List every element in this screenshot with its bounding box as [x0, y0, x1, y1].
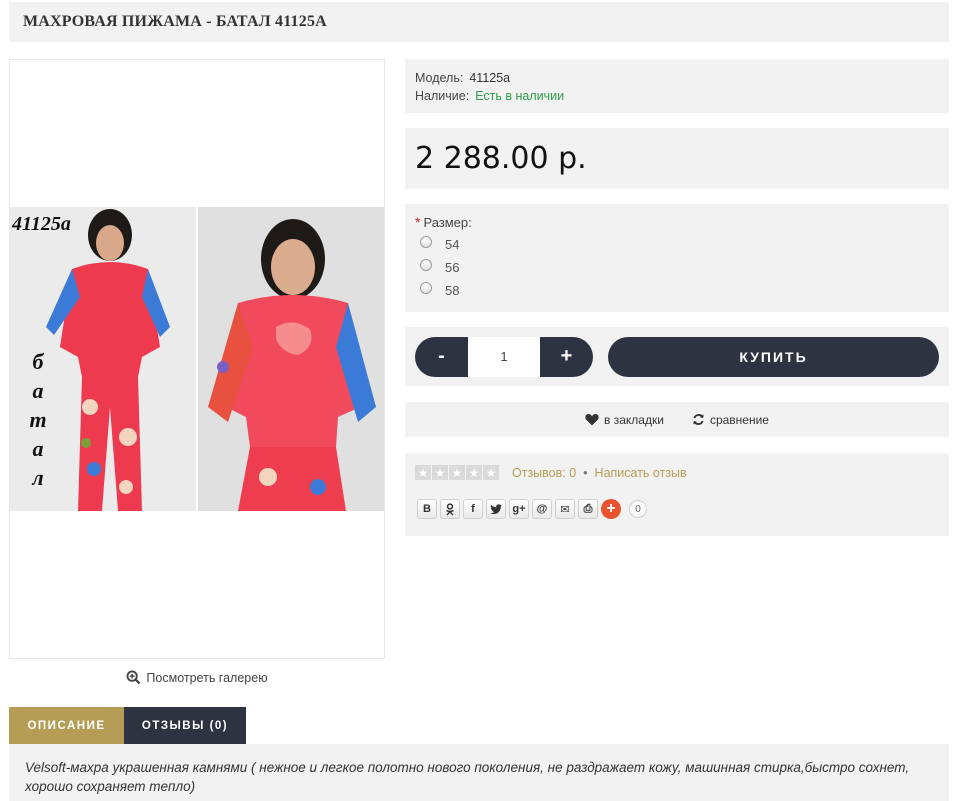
add-to-compare-link[interactable]: сравнение [692, 413, 769, 427]
add-to-wishlist-link[interactable]: в закладки [585, 413, 664, 427]
vk-icon[interactable]: B [417, 499, 437, 519]
star-icon: ★ [432, 465, 448, 480]
compare-label: сравнение [709, 412, 769, 427]
mail-ru-icon[interactable]: @ [532, 499, 552, 519]
size-option-label: Размер: [423, 215, 472, 230]
product-tabs: ОПИСАНИЕ ОТЗЫВЫ (0) [9, 707, 246, 744]
separator-dot: • [583, 465, 588, 480]
size-option-header: * Размер: [415, 214, 939, 230]
twitter-icon[interactable] [486, 499, 506, 519]
model-label: Модель: [415, 71, 464, 85]
caption-letter: т [29, 407, 47, 432]
zoom-in-icon [126, 670, 141, 685]
product-photo-front[interactable]: 41125а б а т а л [10, 207, 196, 511]
buy-button[interactable]: КУПИТЬ [608, 336, 939, 377]
required-asterisk: * [415, 214, 421, 230]
star-icon: ★ [466, 465, 482, 480]
caption-letter: а [32, 436, 44, 461]
reviews-count-link[interactable]: Отзывов: 0 [512, 466, 576, 480]
size-option-56[interactable]: 56 [415, 256, 939, 279]
model-figure-closeup [198, 207, 384, 511]
rating-row: ★ ★ ★ ★ ★ Отзывов: 0 • Написать отзыв [415, 465, 939, 480]
quantity-input[interactable]: 1 [468, 336, 540, 377]
refresh-icon [693, 414, 704, 425]
twitter-bird-glyph [490, 504, 502, 514]
google-plus-icon[interactable]: g+ [509, 499, 529, 519]
print-icon[interactable]: ⎙ [578, 499, 598, 519]
caption-letter: а [32, 378, 44, 403]
quantity-stepper: - 1 + [415, 336, 593, 377]
star-rating: ★ ★ ★ ★ ★ [415, 465, 499, 480]
heart-icon [585, 414, 599, 426]
quantity-increase-button[interactable]: + [540, 336, 593, 377]
product-price: 2 288.00 р. [415, 141, 587, 176]
radio-button[interactable] [420, 281, 432, 294]
stock-row: Наличие: Есть в наличии [415, 87, 939, 105]
stock-label: Наличие: [415, 89, 470, 103]
size-value: 58 [445, 283, 460, 298]
odnoklassniki-icon[interactable] [440, 499, 460, 519]
product-info-panel: Модель: 41125a Наличие: Есть в наличии [405, 59, 949, 113]
size-option-54[interactable]: 54 [415, 233, 939, 256]
share-buttons: B f g+ @ ✉ ⎙ + 0 [417, 499, 939, 519]
radio-button[interactable] [420, 258, 432, 271]
reviews-share-panel: ★ ★ ★ ★ ★ Отзывов: 0 • Написать отзыв B … [405, 453, 949, 536]
price-panel: 2 288.00 р. [405, 128, 949, 189]
quantity-decrease-button[interactable]: - [415, 336, 468, 377]
model-value: 41125a [469, 71, 511, 85]
stock-status: Есть в наличии [475, 89, 565, 103]
caption-letter: б [32, 349, 44, 374]
more-share-icon[interactable]: + [601, 499, 621, 519]
tab-reviews[interactable]: ОТЗЫВЫ (0) [124, 707, 246, 744]
model-row: Модель: 41125a [415, 69, 939, 87]
odnoklassniki-glyph [446, 502, 454, 515]
email-icon[interactable]: ✉ [555, 499, 575, 519]
size-option-58[interactable]: 58 [415, 279, 939, 302]
view-gallery-label: Посмотреть галерею [146, 670, 268, 685]
photo-vertical-caption: б а т а л [28, 347, 48, 492]
tab-description[interactable]: ОПИСАНИЕ [9, 707, 124, 744]
size-value: 54 [445, 237, 460, 252]
star-icon: ★ [449, 465, 465, 480]
product-title: МАХРОВАЯ ПИЖАМА - БАТАЛ 41125А [23, 13, 327, 30]
photo-article-tag: 41125а [12, 213, 71, 235]
product-image[interactable]: 41125а б а т а л [9, 59, 385, 659]
write-review-link[interactable]: Написать отзыв [595, 466, 687, 480]
share-counter: 0 [629, 500, 647, 518]
add-to-cart-panel: - 1 + КУПИТЬ [405, 327, 949, 386]
product-photo-closeup[interactable] [198, 207, 384, 511]
wishlist-label: в закладки [604, 412, 664, 427]
star-icon: ★ [483, 465, 499, 480]
caption-letter: л [32, 465, 44, 490]
size-value: 56 [445, 260, 460, 275]
product-description: Velsoft-махра украшенная камнями ( нежно… [9, 744, 949, 801]
product-title-bar: МАХРОВАЯ ПИЖАМА - БАТАЛ 41125А [9, 2, 949, 42]
radio-button[interactable] [420, 235, 432, 248]
size-options-panel: * Размер: 54 56 58 [405, 204, 949, 312]
facebook-icon[interactable]: f [463, 499, 483, 519]
view-gallery-link[interactable]: Посмотреть галерею [9, 670, 385, 685]
star-icon: ★ [415, 465, 431, 480]
wishlist-compare-panel: в закладки сравнение [405, 402, 949, 437]
